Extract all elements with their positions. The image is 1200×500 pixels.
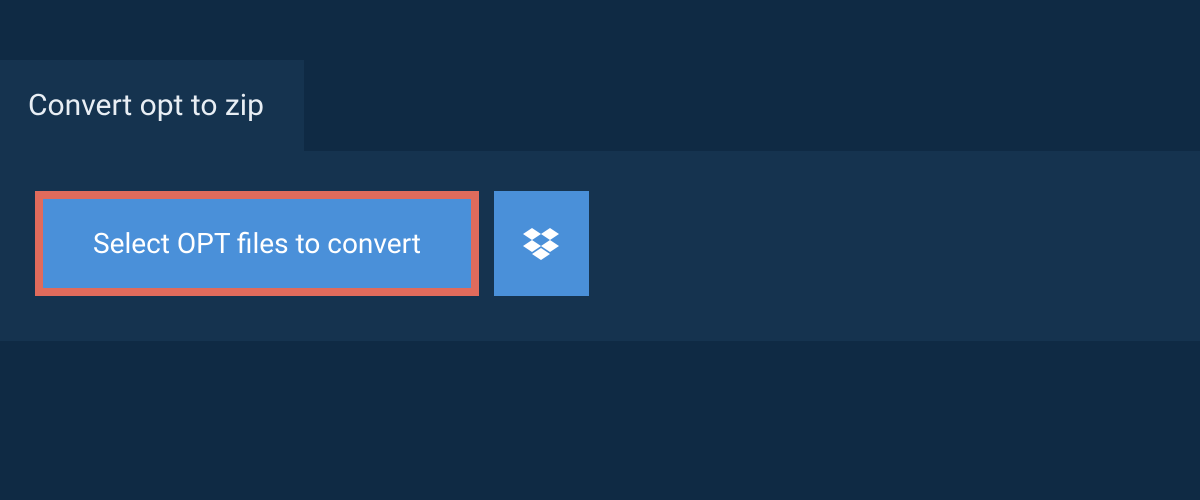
main-panel: Select OPT files to convert <box>0 151 1200 341</box>
button-row: Select OPT files to convert <box>35 191 1165 296</box>
select-files-button[interactable]: Select OPT files to convert <box>35 191 479 296</box>
select-files-label: Select OPT files to convert <box>93 227 421 260</box>
dropbox-icon <box>523 228 559 260</box>
dropbox-button[interactable] <box>494 191 589 296</box>
tab-header: Convert opt to zip <box>0 60 304 151</box>
tab-title: Convert opt to zip <box>28 88 264 123</box>
